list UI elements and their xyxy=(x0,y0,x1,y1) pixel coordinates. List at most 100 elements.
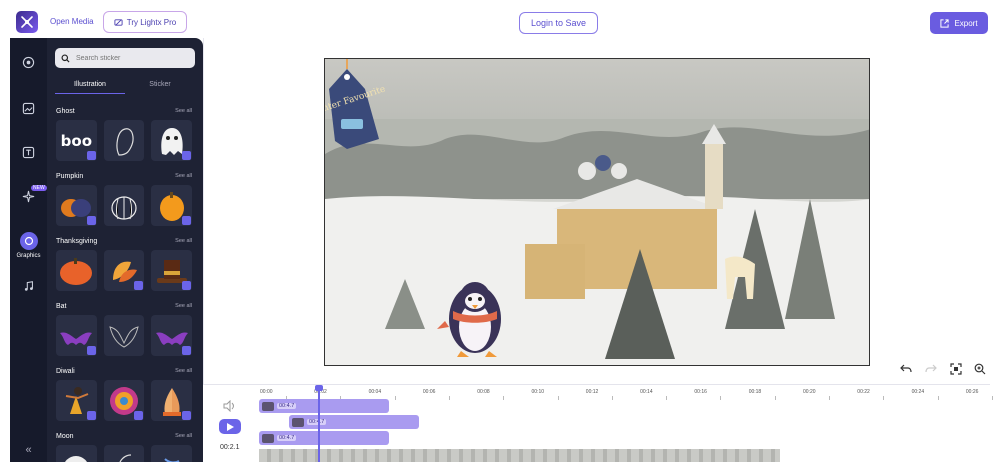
sticker-thumb[interactable]: boo xyxy=(56,120,97,161)
sticker-thumb[interactable] xyxy=(151,445,193,462)
play-icon xyxy=(227,422,234,431)
timeline-tick xyxy=(774,396,776,400)
top-bar: Open Media Try Lightx Pro Login to Save … xyxy=(10,8,990,38)
panel-tabs: Illustration Sticker xyxy=(55,78,195,94)
sticker-thumb[interactable] xyxy=(103,380,145,421)
timeline-tick-label: 00:08 xyxy=(477,389,490,395)
see-all-link[interactable]: See all xyxy=(175,173,192,179)
sticker-thumb[interactable] xyxy=(151,120,193,161)
timeline-tick xyxy=(720,396,722,400)
video-track-filmstrip[interactable] xyxy=(259,449,780,462)
sticker-thumb[interactable] xyxy=(151,315,193,356)
see-all-link[interactable]: See all xyxy=(175,433,192,439)
redo-button[interactable] xyxy=(925,363,937,378)
sticker-thumb[interactable] xyxy=(151,380,193,421)
redo-icon xyxy=(925,364,937,373)
rail-item-graphics[interactable]: Graphics xyxy=(10,232,47,259)
collapse-sidebar-button[interactable]: « xyxy=(10,438,47,462)
image-icon xyxy=(22,102,35,115)
crescent-moon-icon xyxy=(119,453,132,462)
section-diwali: Diwali See all xyxy=(56,365,193,421)
playhead[interactable] xyxy=(318,385,320,462)
export-button[interactable]: Export xyxy=(930,12,988,34)
timeline-tick xyxy=(611,396,613,400)
clip-duration: 00:4.7 xyxy=(307,419,327,425)
rail-item-effects[interactable]: NEW xyxy=(10,185,47,203)
app-logo[interactable] xyxy=(16,11,38,33)
timeline-clip[interactable]: 00:4.7 xyxy=(289,415,419,429)
see-all-link[interactable]: See all xyxy=(175,108,192,114)
timeline-tick xyxy=(557,396,559,400)
pumpkin-icon xyxy=(61,198,92,217)
timeline-tick-label: 00:04 xyxy=(368,389,382,395)
rail-item-text[interactable] xyxy=(10,146,47,159)
timeline-tick-label: 00:26 xyxy=(965,389,979,395)
pro-mark-icon xyxy=(86,151,96,160)
open-media-button[interactable]: Open Media xyxy=(50,17,94,26)
timeline-tick-label: 00:20 xyxy=(803,389,816,395)
video-preview[interactable]: Winter Favourite xyxy=(324,58,870,366)
sticker-search[interactable] xyxy=(55,48,195,68)
section-title: Bat xyxy=(56,302,67,310)
tab-sticker[interactable]: Sticker xyxy=(125,78,195,94)
boo-text: boo xyxy=(60,131,93,150)
sticker-thumb[interactable] xyxy=(56,315,97,356)
timeline-tick xyxy=(937,396,939,400)
bat-icon xyxy=(155,331,188,345)
pro-mark-icon xyxy=(86,411,96,420)
sticker-thumb[interactable] xyxy=(103,120,145,161)
login-to-save-button[interactable]: Login to Save xyxy=(519,12,598,34)
graphics-icon xyxy=(19,232,38,250)
sticker-thumb[interactable] xyxy=(103,445,145,462)
timeline-clip[interactable]: 00:4.7 xyxy=(259,399,389,413)
timeline-tick-label: 00:24 xyxy=(911,389,925,395)
rail-item-music[interactable] xyxy=(10,280,47,292)
tab-illustration[interactable]: Illustration xyxy=(55,78,125,94)
play-button[interactable] xyxy=(219,419,241,434)
new-badge: NEW xyxy=(31,185,47,191)
fit-screen-button[interactable] xyxy=(950,363,962,378)
mute-button[interactable] xyxy=(223,399,236,417)
playhead-handle[interactable] xyxy=(315,385,323,391)
tool-rail: NEW Graphics « xyxy=(10,38,47,462)
timeline-clip[interactable]: 00:4.7 xyxy=(259,431,389,445)
sticker-thumb[interactable] xyxy=(151,185,193,226)
sticker-thumb[interactable] xyxy=(56,185,97,226)
moon-icon xyxy=(65,455,88,462)
sticker-thumb[interactable] xyxy=(103,185,145,226)
timeline-tick-label: 00:16 xyxy=(694,389,707,395)
see-all-link[interactable]: See all xyxy=(175,303,192,309)
zoom-in-button[interactable] xyxy=(974,363,986,378)
winter-scene-image: Winter Favourite xyxy=(325,59,869,365)
see-all-link[interactable]: See all xyxy=(175,238,192,244)
sticker-thumb[interactable] xyxy=(56,380,97,421)
sticker-thumb[interactable] xyxy=(56,445,97,462)
rail-item-media[interactable] xyxy=(10,102,47,115)
sticker-thumb[interactable] xyxy=(151,250,193,291)
sticker-thumb[interactable] xyxy=(103,250,145,291)
undo-icon xyxy=(900,364,912,373)
undo-button[interactable] xyxy=(900,363,912,378)
pro-mark-icon xyxy=(86,216,96,225)
pro-mark-icon xyxy=(134,281,144,290)
sticker-thumb[interactable] xyxy=(103,315,145,356)
current-time: 00:2.1 xyxy=(220,444,240,451)
pro-mark-icon xyxy=(182,411,192,420)
sticker-panel: Illustration Sticker Ghost See all boo xyxy=(47,38,203,462)
pumpkin-outline-icon xyxy=(111,195,137,220)
search-input[interactable] xyxy=(76,54,176,62)
rail-item-settings[interactable] xyxy=(10,56,47,69)
timeline-tick xyxy=(503,396,505,400)
timeline-tick xyxy=(448,396,450,400)
text-icon xyxy=(22,146,35,159)
export-label: Export xyxy=(954,18,978,28)
timeline-tick xyxy=(394,396,396,400)
speaker-icon xyxy=(223,399,234,413)
fit-screen-icon xyxy=(950,363,962,375)
logo-icon xyxy=(21,16,33,28)
timeline-tick-label: 00:10 xyxy=(531,389,545,395)
section-pumpkin: Pumpkin See all xyxy=(56,170,193,226)
try-pro-button[interactable]: Try Lightx Pro xyxy=(103,11,187,33)
see-all-link[interactable]: See all xyxy=(175,368,192,374)
sticker-thumb[interactable] xyxy=(56,250,97,291)
